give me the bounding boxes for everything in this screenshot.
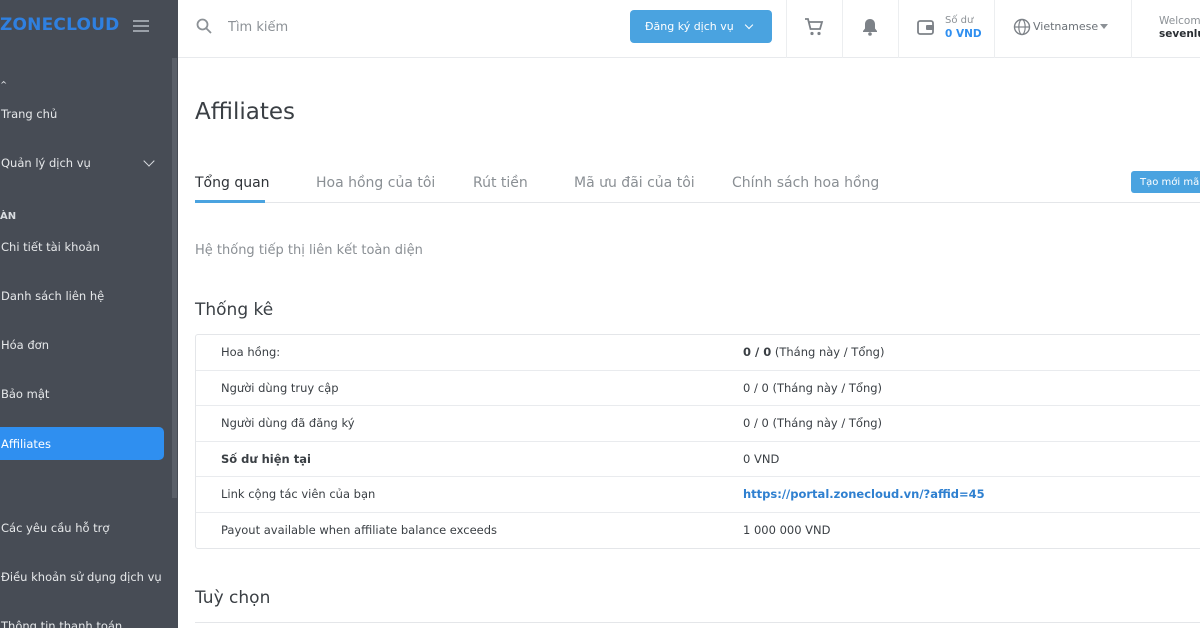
username[interactable]: sevenlu (1159, 28, 1200, 40)
caret-down-icon[interactable] (1100, 24, 1108, 29)
tab-bar: Tổng quan Hoa hồng của tôi Rút tiền Mã ư… (195, 165, 1200, 203)
sidebar-item-services[interactable]: Quản lý dịch vụ (0, 146, 164, 179)
chevron-down-icon (744, 20, 754, 30)
logo[interactable]: ZONECLOUD (0, 15, 120, 35)
balance-label: Số dư (945, 15, 974, 26)
language-select[interactable]: Vietnamese (1033, 20, 1098, 33)
globe-icon[interactable] (1013, 18, 1031, 36)
stat-label: Số dư hiện tại (221, 451, 311, 466)
sidebar-item-label: Chi tiết tài khoản (1, 239, 100, 254)
sidebar-item-payment-info[interactable]: Thông tin thanh toán (0, 609, 164, 629)
search-input[interactable] (228, 14, 528, 40)
stat-value-bold: 0 / 0 (743, 345, 772, 359)
sidebar-item-label: Quản lý dịch vụ (1, 155, 91, 170)
cart-icon[interactable] (804, 17, 824, 37)
affiliate-link[interactable]: https://portal.zonecloud.vn/?affid=45 (743, 487, 985, 501)
stat-value: 0 / 0 (Tháng này / Tổng) (743, 380, 883, 395)
stat-label: Người dùng truy cập (221, 380, 339, 395)
register-service-button[interactable]: Đăng ký dịch vụ (630, 10, 772, 43)
register-service-label: Đăng ký dịch vụ (645, 20, 734, 33)
divider (1131, 0, 1132, 58)
welcome-text: Welcome (1159, 15, 1200, 27)
stat-label: Người dùng đã đăng ký (221, 416, 355, 430)
sidebar-section-account: ÀN (0, 211, 17, 222)
logo-cloud: CLOUD (53, 15, 120, 35)
stats-table: Hoa hồng: 0 / 0 (Tháng này / Tổng) Người… (195, 334, 1200, 549)
sidebar-section-caret: ‸ (0, 73, 8, 84)
sidebar-item-terms[interactable]: Điều khoản sử dụng dịch vụ (0, 560, 164, 593)
tab-withdraw[interactable]: Rút tiền (473, 175, 528, 191)
page-title: Affiliates (195, 99, 295, 125)
wallet-icon[interactable] (916, 17, 936, 37)
stat-value: 0 / 0 (Tháng này / Tổng) (743, 416, 883, 430)
table-row: Hoa hồng: 0 / 0 (Tháng này / Tổng) (196, 335, 1200, 371)
sidebar: ZONECLOUD ‸ Trang chủ Quản lý dịch vụ ÀN… (0, 0, 178, 628)
sidebar-item-label: Trang chủ (1, 106, 58, 121)
table-row: Số dư hiện tại 0 VND (196, 442, 1200, 477)
table-row: Người dùng đã đăng ký 0 / 0 (Tháng này /… (196, 406, 1200, 442)
logo-zone: ZONE (0, 15, 54, 35)
chevron-down-icon (143, 155, 155, 167)
stat-value-rest: (Tháng này / Tổng) (771, 345, 885, 359)
sidebar-item-label: Các yêu cầu hỗ trợ (1, 520, 110, 535)
sidebar-item-support[interactable]: Các yêu cầu hỗ trợ (0, 511, 164, 544)
tab-my-coupons[interactable]: Mã ưu đãi của tôi (574, 175, 695, 191)
divider (842, 0, 843, 58)
tab-commission-policy[interactable]: Chính sách hoa hồng (732, 175, 879, 191)
sidebar-item-affiliates[interactable]: Affiliates (0, 427, 164, 460)
balance-value: 0 VND (945, 28, 982, 40)
table-row: Payout available when affiliate balance … (196, 513, 1200, 549)
divider (994, 0, 995, 58)
sidebar-item-label: Thông tin thanh toán (1, 618, 123, 629)
sidebar-item-account-details[interactable]: Chi tiết tài khoản (0, 230, 164, 263)
sidebar-item-label: Hóa đơn (1, 337, 50, 352)
stat-value: 0 VND (743, 451, 780, 466)
sidebar-item-contacts[interactable]: Danh sách liên hệ (0, 279, 164, 312)
stat-value: 1 000 000 VND (743, 522, 831, 537)
sidebar-item-home[interactable]: Trang chủ (0, 97, 164, 130)
stat-value: 0 / 0 (Tháng này / Tổng) (743, 345, 884, 359)
sidebar-item-label: Điều khoản sử dụng dịch vụ (1, 569, 162, 584)
page-subtitle: Hệ thống tiếp thị liên kết toàn diện (195, 243, 423, 258)
stat-label: Payout available when affiliate balance … (221, 522, 498, 537)
active-tab-indicator (195, 200, 265, 203)
search-icon[interactable] (196, 18, 212, 34)
sidebar-item-label: Bảo mật (1, 386, 50, 401)
sidebar-scrollbar[interactable] (172, 58, 177, 498)
sidebar-item-label: Affiliates (1, 436, 51, 451)
options-title: Tuỳ chọn (195, 588, 271, 608)
sidebar-item-security[interactable]: Bảo mật (0, 377, 164, 410)
stat-label: Link cộng tác viên của bạn (221, 487, 376, 501)
sidebar-item-label: Danh sách liên hệ (1, 288, 105, 303)
table-row: Người dùng truy cập 0 / 0 (Tháng này / T… (196, 371, 1200, 406)
divider (898, 0, 899, 58)
divider (786, 0, 787, 58)
table-row: Link cộng tác viên của bạn https://porta… (196, 477, 1200, 513)
stats-title: Thống kê (195, 300, 274, 320)
create-code-button[interactable]: Tạo mới mã (1131, 171, 1200, 193)
tab-my-commission[interactable]: Hoa hồng của tôi (316, 175, 435, 191)
options-panel (195, 622, 1200, 642)
bell-icon[interactable] (860, 17, 880, 37)
stat-label: Hoa hồng: (221, 345, 281, 359)
menu-toggle-icon[interactable] (133, 20, 149, 32)
topbar: Đăng ký dịch vụ Số dư 0 VND Vietnamese W… (178, 0, 1200, 58)
sidebar-item-invoices[interactable]: Hóa đơn (0, 328, 164, 361)
tab-overview[interactable]: Tổng quan (195, 175, 270, 191)
